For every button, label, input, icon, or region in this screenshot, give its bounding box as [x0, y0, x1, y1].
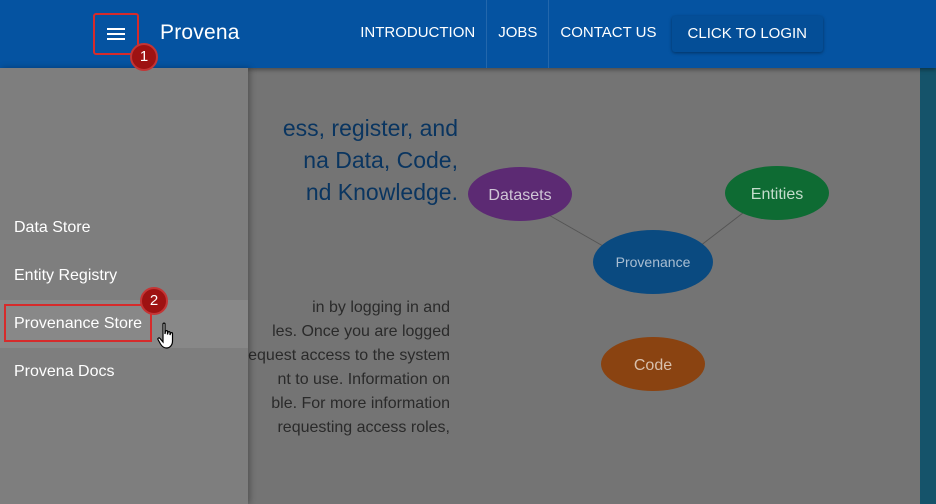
- edge-datasets-provenance: [539, 209, 611, 251]
- hamburger-menu-icon: [107, 28, 125, 40]
- brand-title[interactable]: Provena: [160, 21, 240, 45]
- hand-cursor-icon: [157, 322, 174, 349]
- nav-contact-us[interactable]: CONTACT US: [549, 0, 667, 68]
- node-label: Code: [634, 357, 672, 374]
- step-badge-1: 1: [130, 43, 158, 71]
- drawer-item-provena-docs[interactable]: Provena Docs: [0, 348, 248, 396]
- drawer-item-data-store[interactable]: Data Store: [0, 204, 248, 252]
- nav-introduction[interactable]: INTRODUCTION: [349, 0, 488, 68]
- node-label: Entities: [751, 186, 803, 203]
- navigation-drawer: Data Store Entity Registry Provenance St…: [0, 68, 248, 504]
- nav-jobs[interactable]: JOBS: [487, 0, 550, 68]
- node-datasets[interactable]: Datasets: [468, 167, 572, 221]
- scroll-strip: [920, 68, 936, 504]
- node-label: Provenance: [616, 254, 691, 270]
- highlight-box: [4, 304, 152, 342]
- drawer-item-entity-registry[interactable]: Entity Registry: [0, 252, 248, 300]
- top-nav: INTRODUCTION JOBS CONTACT US CLICK TO LO…: [349, 0, 936, 68]
- node-label: Datasets: [488, 187, 551, 204]
- login-button[interactable]: CLICK TO LOGIN: [671, 16, 823, 52]
- node-entities[interactable]: Entities: [725, 166, 829, 220]
- node-provenance[interactable]: Provenance: [593, 230, 713, 294]
- step-badge-2: 2: [140, 287, 168, 315]
- provenance-diagram: Datasets Entities Provenance Code: [468, 166, 829, 391]
- node-code[interactable]: Code: [601, 337, 705, 391]
